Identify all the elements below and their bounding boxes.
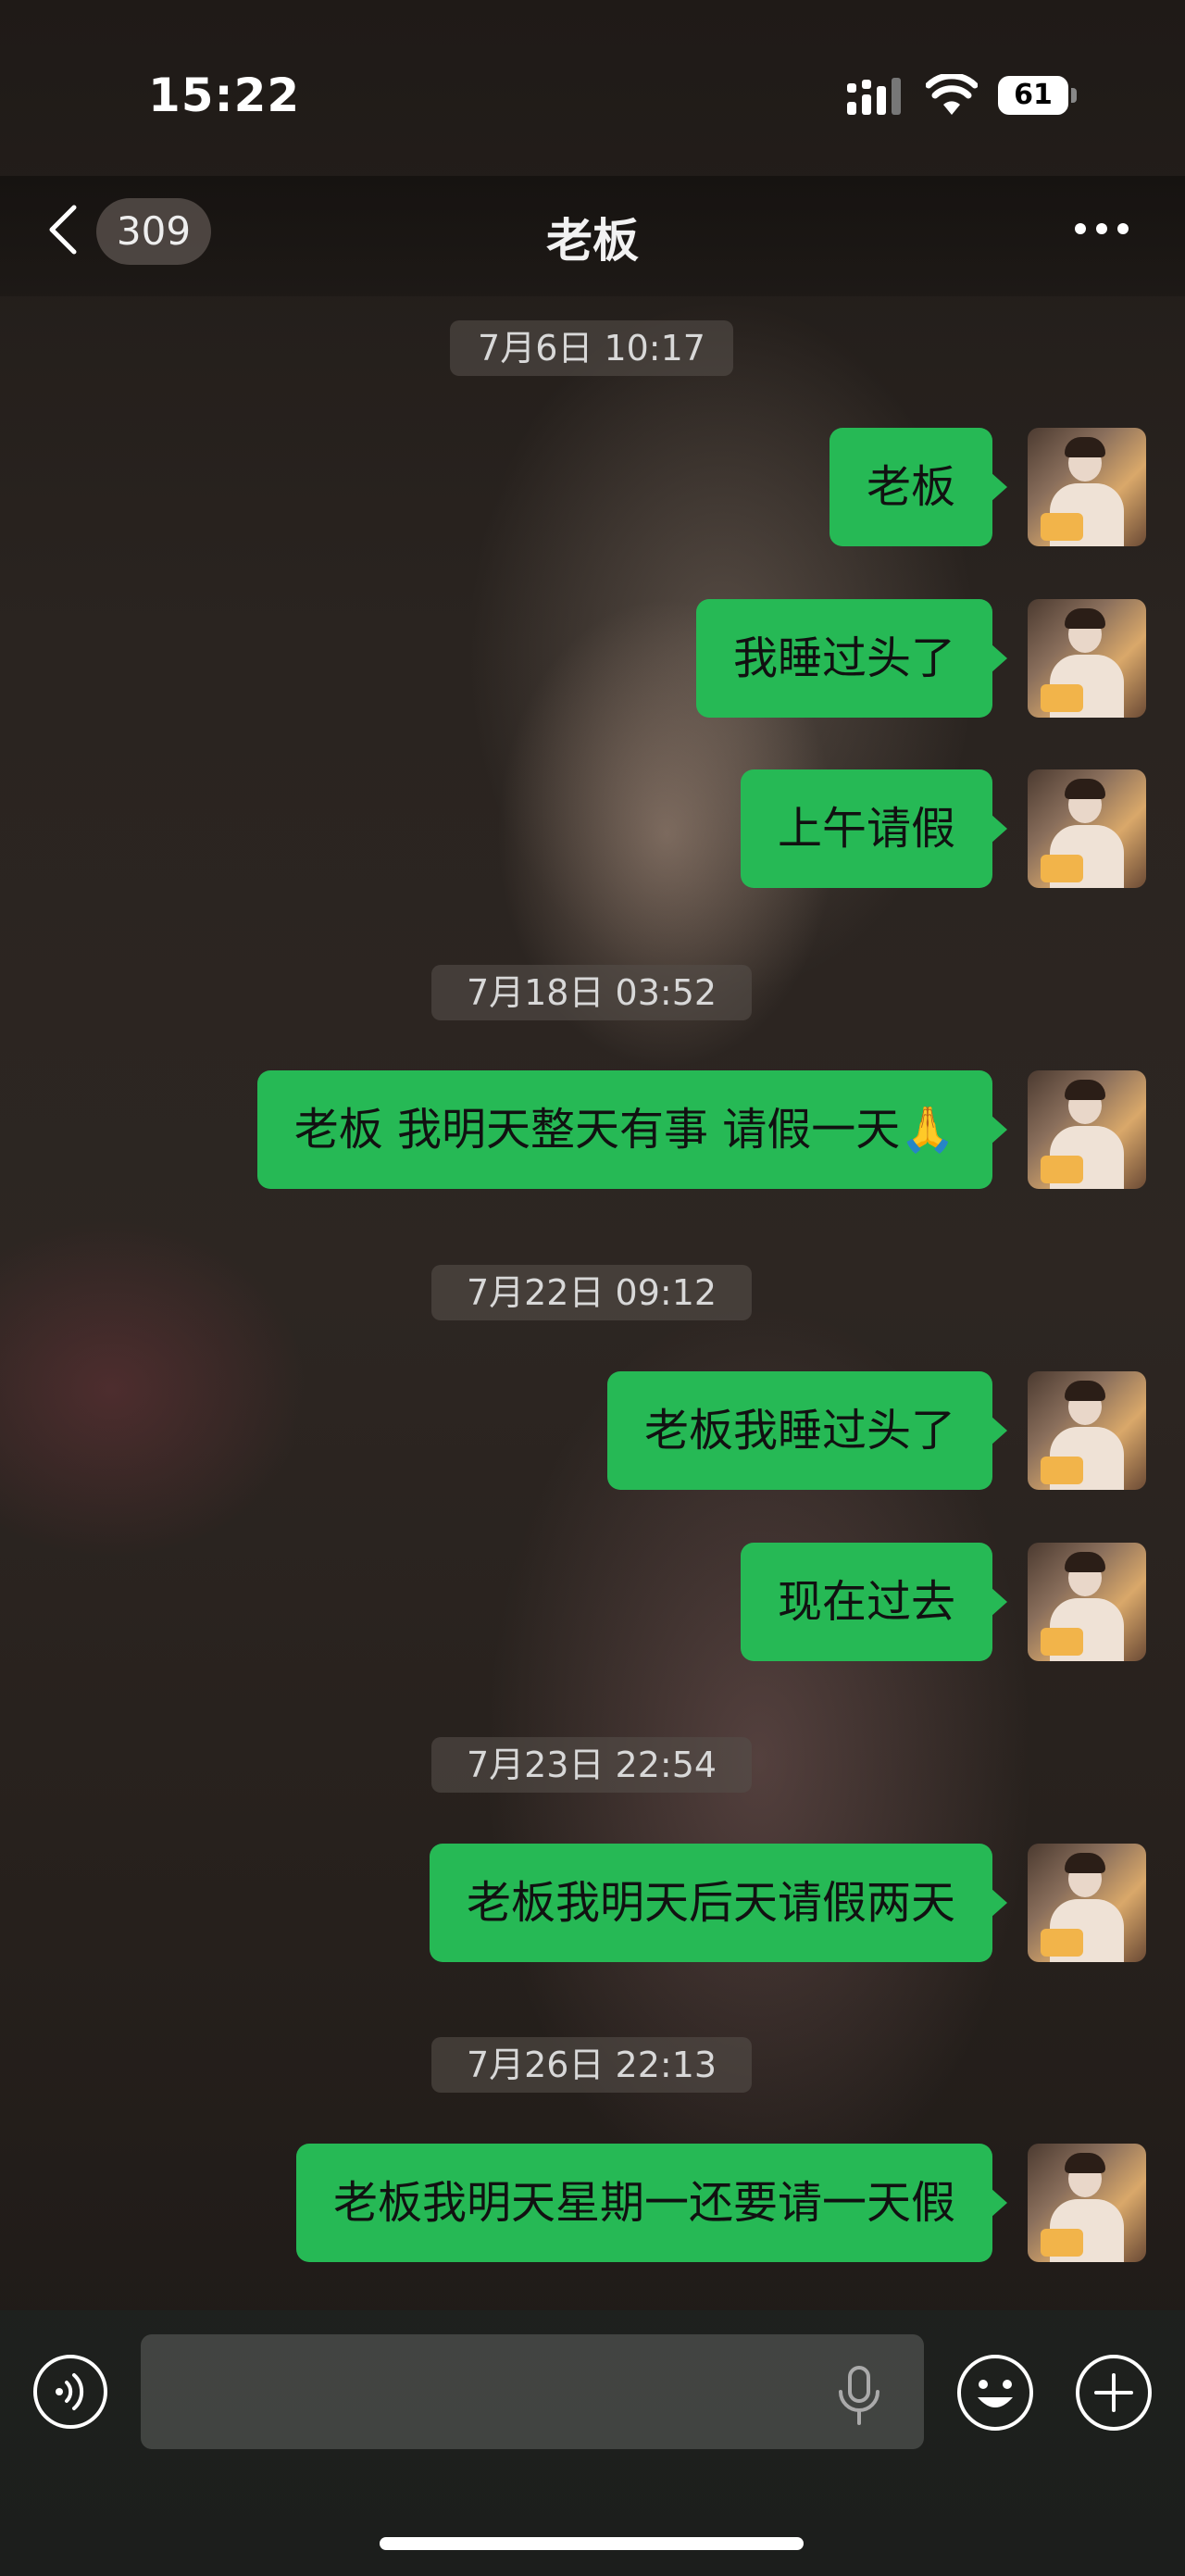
user-avatar[interactable] [1028,1543,1146,1661]
chat-title: 老板 [546,214,639,268]
battery-cap [1071,88,1077,103]
status-time: 15:22 [148,69,301,122]
emoji-icon[interactable] [955,2353,1035,2432]
user-avatar[interactable] [1028,1371,1146,1490]
message-bubble[interactable]: 上午请假 [740,769,1008,888]
message-input-bar [0,2310,1185,2576]
user-avatar[interactable] [1028,1844,1146,1962]
message-bubble[interactable]: 老板我明天星期一还要请一天假 [295,2144,1008,2262]
battery-level: 61 [998,76,1068,115]
message-bubble[interactable]: 现在过去 [740,1543,1008,1661]
user-avatar[interactable] [1028,1070,1146,1189]
message-timestamp: 7月6日 10:17 [450,320,733,376]
chat-nav-bar: 309 老板 [0,176,1185,296]
voice-icon[interactable] [31,2353,109,2431]
message-timestamp: 7月22日 09:12 [431,1265,752,1320]
message-bubble[interactable]: 我睡过头了 [695,599,1008,718]
home-indicator[interactable] [380,2537,804,2550]
message-timestamp: 7月18日 03:52 [431,965,752,1020]
message-timestamp: 7月26日 22:13 [431,2037,752,2093]
signal-icon [847,78,901,115]
user-avatar[interactable] [1028,2144,1146,2262]
message-text-input[interactable] [141,2334,924,2449]
plus-icon[interactable] [1074,2353,1154,2432]
battery-indicator: 61 [998,76,1078,115]
message-bubble[interactable]: 老板 [829,428,1008,546]
user-avatar[interactable] [1028,599,1146,718]
mic-icon[interactable] [833,2364,885,2427]
chat-message-list[interactable]: 7月6日 10:17 老板 我睡过头了 上午请假 7月18日 03:52 老板 … [0,296,1185,2310]
user-avatar[interactable] [1028,769,1146,888]
status-bar: 15:22 61 [0,0,1185,176]
user-avatar[interactable] [1028,428,1146,546]
message-bubble[interactable]: 老板我睡过头了 [606,1371,1008,1490]
message-bubble[interactable]: 老板我明天后天请假两天 [429,1844,1008,1962]
message-timestamp: 7月23日 22:54 [431,1737,752,1793]
wifi-icon [926,74,978,115]
message-bubble[interactable]: 老板 我明天整天有事 请假一天🙏 [256,1070,1008,1189]
more-icon[interactable] [1074,222,1129,235]
